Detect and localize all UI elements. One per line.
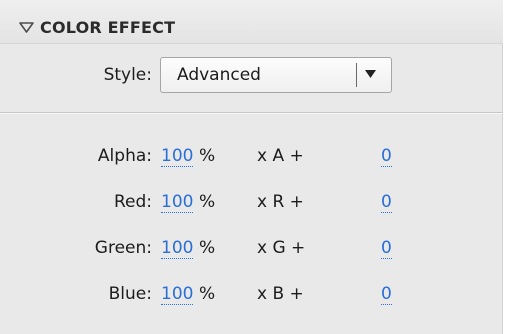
alpha-row: Alpha: 100 % x A + 0 [0,146,503,176]
red-offset-value[interactable]: 0 [381,192,392,213]
blue-percent-value[interactable]: 100 [161,284,194,305]
dropdown-separator [356,63,357,87]
style-row: Style: Advanced [0,55,503,99]
red-row: Red: 100 % x R + 0 [0,192,503,222]
panel-header[interactable]: COLOR EFFECT [0,0,503,44]
blue-label: Blue: [108,284,152,304]
alpha-multiplier-label: x A + [257,146,304,166]
alpha-label: Alpha: [97,146,152,166]
green-offset-value[interactable]: 0 [381,238,392,259]
blue-offset-value[interactable]: 0 [381,284,392,305]
blue-multiplier-label: x B + [257,284,304,304]
green-percent-unit: % [199,238,216,258]
alpha-offset-value[interactable]: 0 [381,146,392,167]
green-label: Green: [94,238,152,258]
alpha-percent-value[interactable]: 100 [161,146,194,167]
blue-row: Blue: 100 % x B + 0 [0,284,503,314]
collapse-triangle-icon[interactable] [19,22,34,33]
green-percent-value[interactable]: 100 [161,238,194,259]
red-percent-value[interactable]: 100 [161,192,194,213]
section-divider-highlight [0,113,503,114]
red-percent-unit: % [199,192,216,212]
dropdown-arrow-icon[interactable] [365,70,376,78]
style-label: Style: [103,65,152,85]
panel-title: COLOR EFFECT [40,18,176,37]
red-label: Red: [113,192,152,212]
blue-percent-unit: % [199,284,216,304]
style-dropdown[interactable]: Advanced [160,57,392,93]
red-multiplier-label: x R + [257,192,304,212]
color-effect-panel: COLOR EFFECT Style: Advanced Alpha: 100 … [0,0,503,334]
style-selected-value: Advanced [177,65,261,85]
alpha-percent-unit: % [199,146,216,166]
green-row: Green: 100 % x G + 0 [0,238,503,268]
green-multiplier-label: x G + [257,238,306,258]
